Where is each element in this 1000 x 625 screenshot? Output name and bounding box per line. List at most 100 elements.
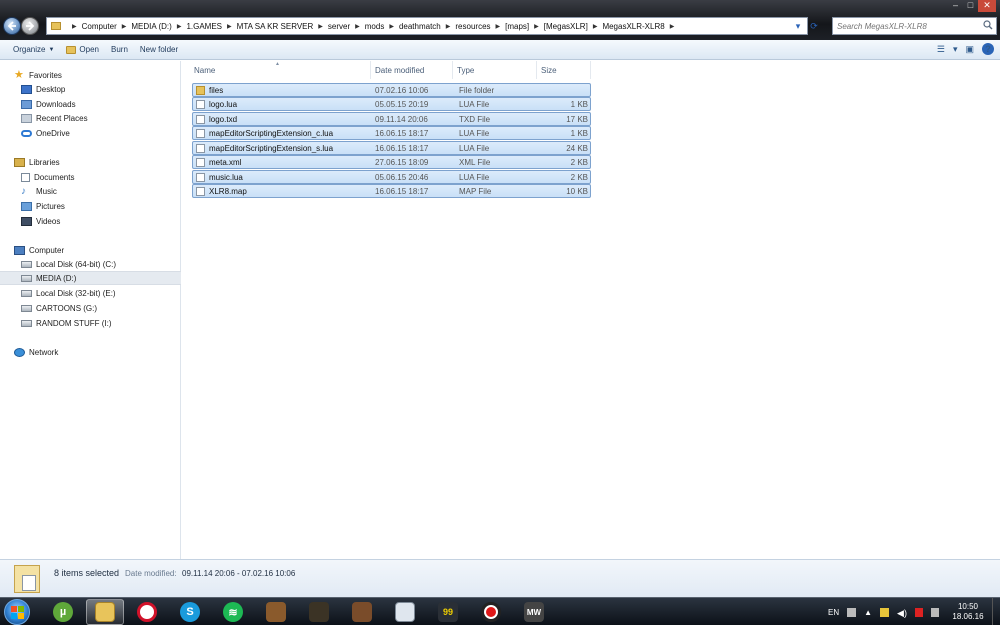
nav-music[interactable]: ♪ Music — [0, 184, 181, 198]
search-box[interactable] — [832, 17, 997, 35]
breadcrumb-media[interactable]: MEDIA (D:) — [131, 22, 171, 31]
view-list-icon[interactable]: ☰ — [937, 44, 945, 55]
chevron-right-icon[interactable]: ▶ — [318, 23, 323, 30]
taskbar-app-window[interactable] — [386, 599, 424, 625]
back-button[interactable] — [3, 17, 21, 35]
file-type: TXD File — [459, 115, 491, 124]
nav-videos[interactable]: Videos — [0, 214, 181, 228]
open-button[interactable]: Open — [66, 45, 99, 54]
forward-button[interactable] — [21, 17, 39, 35]
action-center-icon[interactable] — [930, 607, 939, 617]
chevron-right-icon[interactable]: ▶ — [227, 23, 232, 30]
nav-recent-places[interactable]: Recent Places — [0, 111, 181, 125]
burn-button[interactable]: Burn — [111, 45, 128, 54]
column-header-name[interactable]: Name ▲ — [182, 61, 371, 79]
taskbar-app-99[interactable]: 99 — [429, 599, 467, 625]
show-desktop-button[interactable] — [992, 598, 1000, 625]
nav-disk-c[interactable]: Local Disk (64-bit) (C:) — [0, 257, 181, 271]
volume-icon[interactable]: ◀) — [897, 608, 907, 618]
taskbar-utorrent[interactable]: µ — [44, 599, 82, 625]
breadcrumb-megasxlr[interactable]: [MegasXLR] — [544, 22, 588, 31]
search-icon[interactable] — [983, 20, 993, 30]
breadcrumb-resources[interactable]: resources — [455, 22, 490, 31]
breadcrumb-computer[interactable]: Computer — [82, 22, 117, 31]
breadcrumb-current[interactable]: MegasXLR-XLR8 — [602, 22, 664, 31]
nav-documents[interactable]: Documents — [0, 170, 181, 184]
chevron-right-icon[interactable]: ▶ — [177, 23, 182, 30]
file-size: 17 KB — [566, 115, 588, 124]
file-row[interactable]: mapEditorScriptingExtension_c.lua 16.06.… — [192, 126, 591, 140]
nav-disk-e[interactable]: Local Disk (32-bit) (E:) — [0, 286, 181, 300]
file-row[interactable]: logo.lua 05.05.15 20:19 LUA File 1 KB — [192, 97, 591, 111]
taskbar-game-1[interactable] — [257, 599, 295, 625]
chevron-right-icon[interactable]: ▶ — [670, 23, 675, 30]
organize-button[interactable]: Organize ▼ — [13, 45, 54, 54]
nav-disk-g[interactable]: CARTOONS (G:) — [0, 301, 181, 315]
chevron-right-icon[interactable]: ▶ — [122, 23, 127, 30]
taskbar-spotify[interactable]: ≋ — [214, 599, 252, 625]
taskbar-skype[interactable]: S — [171, 599, 209, 625]
nav-computer[interactable]: Computer — [0, 243, 181, 257]
file-row[interactable]: music.lua 05.06.15 20:46 LUA File 2 KB — [192, 170, 591, 184]
help-icon[interactable]: ? — [982, 43, 994, 55]
language-indicator[interactable]: EN — [828, 608, 839, 617]
videos-icon — [21, 216, 32, 226]
breadcrumb-server[interactable]: server — [328, 22, 350, 31]
chevron-right-icon[interactable]: ▶ — [72, 23, 77, 30]
column-header-size[interactable]: Size — [537, 61, 591, 79]
preview-pane-icon[interactable]: ▣ — [965, 44, 974, 55]
search-input[interactable] — [833, 18, 983, 34]
chevron-right-icon[interactable]: ▶ — [496, 23, 501, 30]
keyboard-icon[interactable] — [847, 607, 857, 617]
nav-desktop[interactable]: Desktop — [0, 82, 181, 96]
breadcrumb-deathmatch[interactable]: deathmatch — [399, 22, 441, 31]
refresh-icon[interactable]: ⟳ — [806, 18, 822, 34]
taskbar-clock[interactable]: 10:50 18.06.16 — [950, 602, 986, 622]
notification-icon[interactable] — [880, 607, 890, 617]
chevron-up-icon[interactable]: ▲ — [864, 608, 872, 617]
address-bar[interactable]: ▶ Computer ▶ MEDIA (D:) ▶ 1.GAMES ▶ MTA … — [46, 17, 808, 35]
taskbar-explorer[interactable] — [86, 599, 124, 625]
taskbar-recorder[interactable] — [472, 599, 510, 625]
chevron-right-icon[interactable]: ▶ — [534, 23, 539, 30]
file-row[interactable]: meta.xml 27.06.15 18:09 XML File 2 KB — [192, 155, 591, 169]
nav-network[interactable]: Network — [0, 345, 181, 359]
nav-onedrive[interactable]: OneDrive — [0, 126, 181, 140]
breadcrumb-games[interactable]: 1.GAMES — [186, 22, 222, 31]
chevron-right-icon[interactable]: ▶ — [446, 23, 451, 30]
maximize-icon[interactable]: □ — [963, 0, 978, 12]
nav-libraries[interactable]: Libraries — [0, 155, 181, 169]
taskbar-opera[interactable] — [128, 599, 166, 625]
history-dropdown-icon[interactable]: ▾ — [790, 18, 806, 34]
breadcrumb-mta-server[interactable]: MTA SA KR SERVER — [237, 22, 314, 31]
column-header-type[interactable]: Type — [453, 61, 537, 79]
nav-disk-i[interactable]: RANDOM STUFF (I:) — [0, 316, 181, 330]
nav-pictures[interactable]: Pictures — [0, 199, 181, 213]
taskbar-game-2[interactable] — [300, 599, 338, 625]
breadcrumb-mods[interactable]: mods — [365, 22, 385, 31]
chevron-right-icon[interactable]: ▶ — [389, 23, 394, 30]
file-name: mapEditorScriptingExtension_c.lua — [209, 129, 334, 138]
game-icon — [352, 602, 372, 622]
network-warning-icon[interactable] — [914, 607, 923, 617]
close-icon[interactable]: ✕ — [978, 0, 996, 12]
chevron-right-icon[interactable]: ▶ — [355, 23, 360, 30]
minimize-icon[interactable]: – — [948, 0, 963, 12]
file-row[interactable]: XLR8.map 16.06.15 18:17 MAP File 10 KB — [192, 184, 591, 198]
chevron-down-icon[interactable]: ▾ — [953, 44, 958, 55]
nav-downloads[interactable]: Downloads — [0, 97, 181, 111]
taskbar-nfs-mw[interactable]: MW — [515, 599, 553, 625]
taskbar-game-3[interactable] — [343, 599, 381, 625]
column-header-date[interactable]: Date modified — [371, 61, 453, 79]
chevron-right-icon[interactable]: ▶ — [593, 23, 598, 30]
file-list[interactable]: Name ▲ Date modified Type Size files 07.… — [182, 61, 1000, 559]
file-icon — [196, 158, 205, 167]
nav-favorites[interactable]: ★ Favorites — [0, 68, 181, 82]
file-row[interactable]: mapEditorScriptingExtension_s.lua 16.06.… — [192, 141, 591, 155]
new-folder-button[interactable]: New folder — [140, 45, 178, 54]
breadcrumb-maps[interactable]: [maps] — [505, 22, 529, 31]
nav-disk-d[interactable]: MEDIA (D:) — [0, 271, 181, 285]
start-button[interactable] — [4, 599, 30, 625]
file-row[interactable]: files 07.02.16 10:06 File folder — [192, 83, 591, 97]
file-row[interactable]: logo.txd 09.11.14 20:06 TXD File 17 KB — [192, 112, 591, 126]
